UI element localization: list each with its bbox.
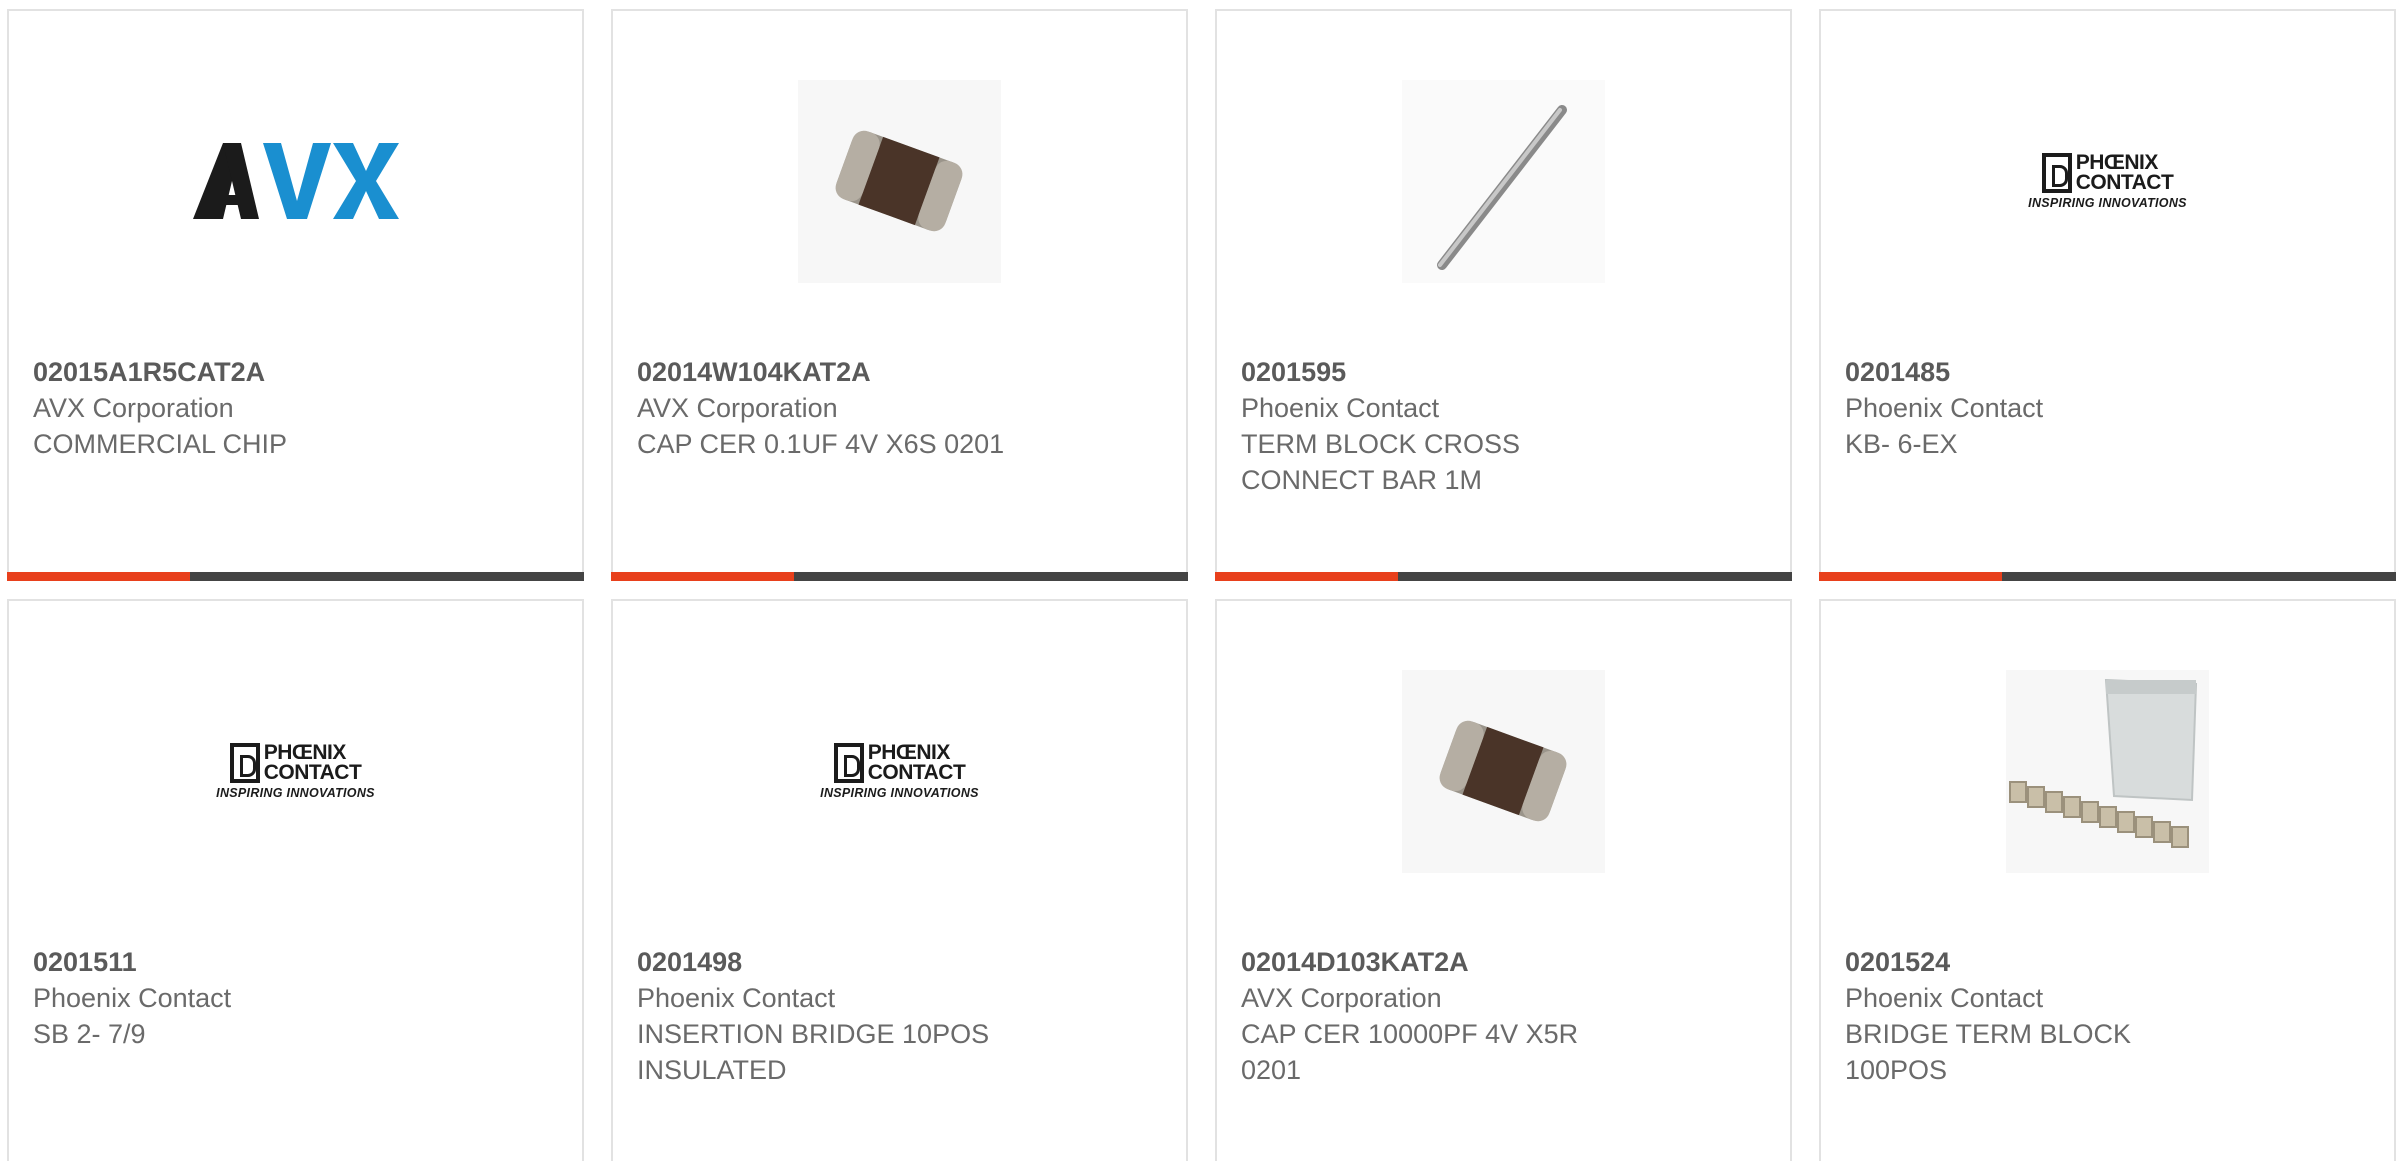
part-number[interactable]: 02014D103KAT2A (1241, 944, 1770, 980)
card-footer-bar (1215, 572, 1792, 581)
product-info: 02014D103KAT2A AVX Corporation CAP CER 1… (1241, 944, 1770, 1088)
product-info: 0201511 Phoenix Contact SB 2- 7/9 (33, 944, 562, 1052)
description: INSERTION BRIDGE 10POS INSULATED (637, 1019, 990, 1085)
product-card[interactable]: 02015A1R5CAT2A AVX Corporation COMMERCIA… (7, 9, 584, 581)
phoenix-contact-logo: PHŒNIX CONTACT INSPIRING INNOVATIONS (2028, 150, 2187, 210)
description: CAP CER 10000PF 4V X5R 0201 (1241, 1019, 1579, 1085)
accent-bar (1819, 572, 2002, 581)
product-card[interactable]: PHŒNIX CONTACT INSPIRING INNOVATIONS 020… (7, 599, 584, 1161)
product-grid: 02015A1R5CAT2A AVX Corporation COMMERCIA… (0, 0, 2400, 1161)
manufacturer: AVX Corporation (1241, 983, 1442, 1013)
product-card[interactable]: 0201524 Phoenix Contact BRIDGE TERM BLOC… (1819, 599, 2396, 1161)
product-image[interactable]: PHŒNIX CONTACT INSPIRING INNOVATIONS (613, 669, 1186, 873)
avx-logo (192, 143, 399, 219)
product-info: 0201485 Phoenix Contact KB- 6-EX (1845, 354, 2374, 462)
manufacturer: Phoenix Contact (637, 983, 836, 1013)
part-number[interactable]: 0201524 (1845, 944, 2374, 980)
description: COMMERCIAL CHIP (33, 429, 288, 459)
card-footer-bar (1819, 572, 2396, 581)
description: TERM BLOCK CROSS CONNECT BAR 1M (1241, 429, 1521, 495)
description: BRIDGE TERM BLOCK 100POS (1845, 1019, 2132, 1085)
phoenix-mark-icon (229, 742, 260, 783)
manufacturer: Phoenix Contact (1845, 393, 2044, 423)
phoenix-mark-icon (833, 742, 864, 783)
product-card[interactable]: PHŒNIX CONTACT INSPIRING INNOVATIONS 020… (1819, 9, 2396, 581)
chip-capacitor-photo (1402, 669, 1605, 873)
description: KB- 6-EX (1845, 429, 1958, 459)
card-footer-bar (7, 572, 584, 581)
product-image[interactable] (613, 79, 1186, 283)
part-number[interactable]: 02014W104KAT2A (637, 354, 1166, 390)
description: SB 2- 7/9 (33, 1019, 146, 1049)
chip-capacitor-photo (798, 79, 1001, 283)
product-card[interactable]: 0201595 Phoenix Contact TERM BLOCK CROSS… (1215, 9, 1792, 581)
part-number[interactable]: 0201485 (1845, 354, 2374, 390)
card-footer-bar (611, 572, 1188, 581)
accent-bar (7, 572, 190, 581)
part-number[interactable]: 0201511 (33, 944, 562, 980)
part-number[interactable]: 0201498 (637, 944, 1166, 980)
accent-bar (611, 572, 794, 581)
manufacturer: Phoenix Contact (1845, 983, 2044, 1013)
product-info: 0201498 Phoenix Contact INSERTION BRIDGE… (637, 944, 1166, 1088)
phoenix-mark-icon (2041, 152, 2072, 193)
product-image[interactable] (1217, 669, 1790, 873)
product-info: 0201524 Phoenix Contact BRIDGE TERM BLOC… (1845, 944, 2374, 1088)
manufacturer: AVX Corporation (637, 393, 838, 423)
manufacturer: AVX Corporation (33, 393, 234, 423)
product-info: 0201595 Phoenix Contact TERM BLOCK CROSS… (1241, 354, 1770, 498)
manufacturer: Phoenix Contact (33, 983, 232, 1013)
product-image[interactable] (9, 79, 582, 283)
cross-connect-bar-photo (1402, 79, 1605, 283)
product-card[interactable]: PHŒNIX CONTACT INSPIRING INNOVATIONS 020… (611, 599, 1188, 1161)
accent-bar (1215, 572, 1398, 581)
product-card[interactable]: 02014D103KAT2A AVX Corporation CAP CER 1… (1215, 599, 1792, 1161)
manufacturer: Phoenix Contact (1241, 393, 1440, 423)
product-info: 02015A1R5CAT2A AVX Corporation COMMERCIA… (33, 354, 562, 462)
part-number[interactable]: 02015A1R5CAT2A (33, 354, 562, 390)
product-info: 02014W104KAT2A AVX Corporation CAP CER 0… (637, 354, 1166, 462)
phoenix-contact-logo: PHŒNIX CONTACT INSPIRING INNOVATIONS (820, 740, 979, 800)
bridge-term-block-photo (2006, 669, 2209, 873)
product-image[interactable]: PHŒNIX CONTACT INSPIRING INNOVATIONS (9, 669, 582, 873)
product-card[interactable]: 02014W104KAT2A AVX Corporation CAP CER 0… (611, 9, 1188, 581)
product-image[interactable]: PHŒNIX CONTACT INSPIRING INNOVATIONS (1821, 79, 2394, 283)
description: CAP CER 0.1UF 4V X6S 0201 (637, 429, 1005, 459)
product-image[interactable] (1821, 669, 2394, 873)
product-image[interactable] (1217, 79, 1790, 283)
phoenix-contact-logo: PHŒNIX CONTACT INSPIRING INNOVATIONS (216, 740, 375, 800)
part-number[interactable]: 0201595 (1241, 354, 1770, 390)
